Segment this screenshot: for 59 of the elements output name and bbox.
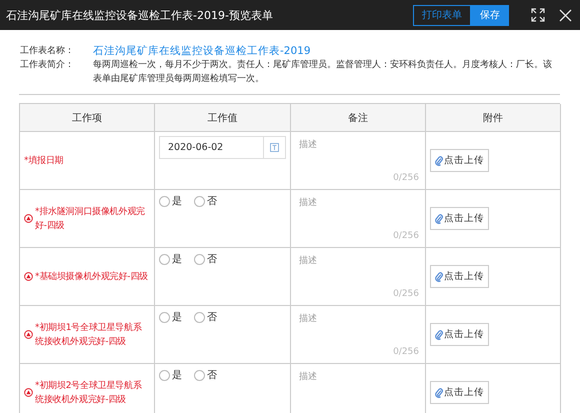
- radio-option[interactable]: 是: [159, 310, 182, 324]
- radio-icon: [194, 312, 205, 322]
- radio-option[interactable]: 否: [194, 194, 217, 208]
- character-counter: 0/256: [393, 347, 419, 357]
- paperclip-icon: [435, 388, 443, 398]
- item-label: *初期坝1号全球卫星导航系统接收机外观完好-四级: [35, 322, 143, 348]
- sheet-name-link[interactable]: 石洼沟尾矿库在线监控设备巡检工作表-2019: [93, 44, 311, 58]
- column-header: 工作值: [155, 104, 291, 132]
- radio-option[interactable]: 否: [194, 252, 217, 266]
- item-label: *填报日期: [24, 154, 64, 168]
- fullscreen-icon[interactable]: [531, 8, 545, 22]
- column-header: 备注: [291, 104, 426, 132]
- print-button[interactable]: 打印表单: [413, 4, 471, 26]
- paperclip-icon: [435, 330, 443, 340]
- character-counter: 0/256: [393, 289, 419, 299]
- item-label: *基础坝摄像机外观完好-四级: [35, 270, 148, 284]
- character-counter: 0/256: [393, 231, 419, 241]
- remark-placeholder: 描述: [299, 254, 318, 267]
- close-icon[interactable]: [559, 8, 572, 22]
- upload-button[interactable]: 点击上传: [430, 207, 489, 230]
- remark-placeholder: 描述: [299, 196, 318, 209]
- radio-icon: [194, 370, 205, 380]
- calendar-icon: [270, 143, 279, 152]
- warning-icon: [24, 214, 33, 223]
- radio-icon: [194, 196, 205, 206]
- character-counter: 0/256: [393, 173, 419, 183]
- date-field[interactable]: 2020-06-02: [159, 136, 286, 159]
- radio-icon: [159, 196, 170, 206]
- item-label: *排水隧洞洞口摄像机外观完好-四级: [35, 206, 146, 232]
- upload-button[interactable]: 点击上传: [430, 149, 489, 172]
- radio-option[interactable]: 是: [159, 194, 182, 208]
- warning-icon: [24, 272, 33, 281]
- paperclip-icon: [435, 214, 443, 224]
- radio-option[interactable]: 否: [194, 368, 217, 382]
- upload-button[interactable]: 点击上传: [430, 323, 489, 346]
- radio-icon: [194, 254, 205, 264]
- item-label: *初期坝2号全球卫星导航系统接收机外观完好-四级: [35, 380, 143, 406]
- radio-option[interactable]: 否: [194, 310, 217, 324]
- paperclip-icon: [435, 272, 443, 282]
- save-button[interactable]: 保存: [471, 4, 509, 26]
- info-label: 工作表名称：: [20, 44, 75, 58]
- radio-option[interactable]: 是: [159, 368, 182, 382]
- upload-button[interactable]: 点击上传: [430, 265, 489, 288]
- column-header: 工作项: [20, 104, 155, 132]
- warning-icon: [24, 330, 33, 339]
- remark-placeholder: 描述: [299, 138, 318, 151]
- remark-placeholder: 描述: [299, 370, 318, 383]
- radio-icon: [159, 254, 170, 264]
- radio-option[interactable]: 是: [159, 252, 182, 266]
- window-title: 石洼沟尾矿库在线监控设备巡检工作表-2019-预览表单: [6, 8, 274, 22]
- radio-icon: [159, 370, 170, 380]
- upload-button[interactable]: 点击上传: [430, 381, 489, 404]
- column-header: 附件: [426, 104, 561, 132]
- remark-placeholder: 描述: [299, 312, 318, 325]
- radio-icon: [159, 312, 170, 322]
- warning-icon: [24, 388, 33, 397]
- paperclip-icon: [435, 156, 443, 166]
- info-label: 工作表简介：: [20, 58, 75, 72]
- sheet-description: 每两周巡检一次，每月不少于两次。责任人：尾矿库管理员。监督管理人：安环科负责任人。月度考核人：厂长。该表单由尾矿库管理员每两周巡检填写一次。: [93, 58, 553, 86]
